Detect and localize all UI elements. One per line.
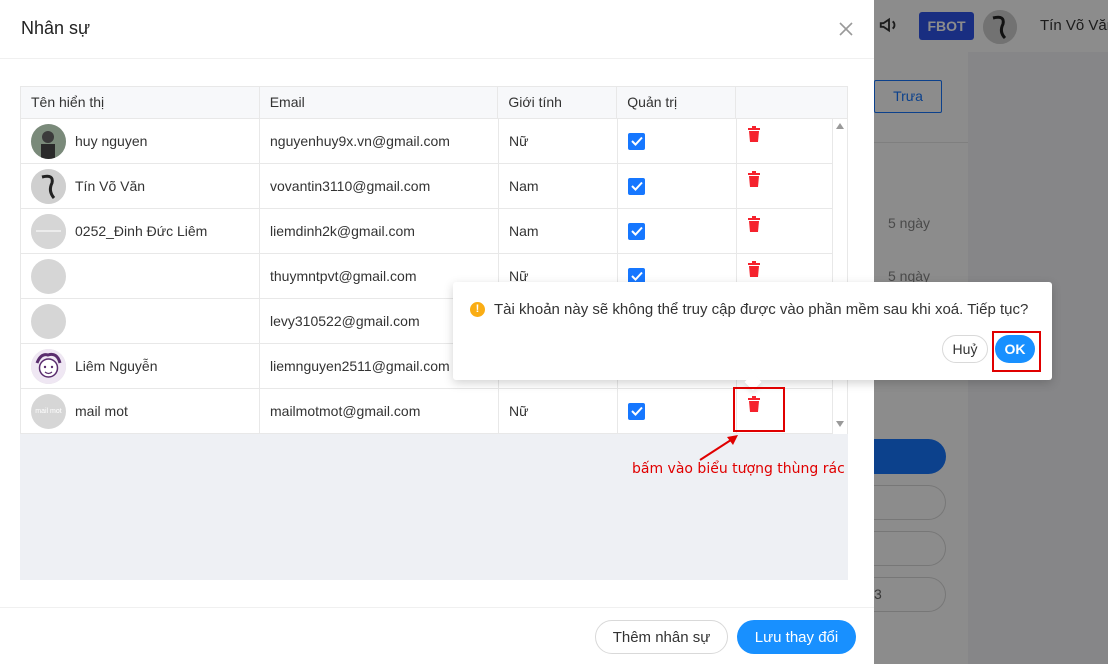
trash-icon[interactable] xyxy=(747,126,761,142)
row-gender: Nam xyxy=(509,223,539,239)
row-name: 0252_Đinh Đức Liêm xyxy=(75,223,208,239)
row-gender: Nam xyxy=(509,178,539,194)
row-email: liemnguyen2511@gmail.com xyxy=(270,358,450,374)
table-row: huy nguyen nguyenhuy9x.vn@gmail.com Nữ xyxy=(20,119,833,164)
column-header-name: Tên hiển thị xyxy=(21,87,260,118)
scroll-down-icon[interactable] xyxy=(836,421,844,427)
row-email: liemdinh2k@gmail.com xyxy=(270,223,415,239)
annotation-arrow-icon xyxy=(699,435,738,461)
save-changes-button[interactable]: Lưu thay đổi xyxy=(737,620,856,654)
admin-checkbox[interactable] xyxy=(628,402,645,420)
scroll-up-icon[interactable] xyxy=(836,123,844,129)
trash-icon[interactable] xyxy=(747,216,761,232)
row-gender: Nữ xyxy=(509,133,529,149)
delete-popconfirm: ! Tài khoản này sẽ không thể truy cập đư… xyxy=(453,282,1052,391)
cancel-button[interactable]: Huỷ xyxy=(942,335,988,363)
row-email: levy310522@gmail.com xyxy=(270,313,420,329)
table-header: Tên hiển thị Email Giới tính Quản trị xyxy=(20,86,848,119)
table-scrollbar[interactable] xyxy=(833,119,848,434)
admin-checkbox[interactable] xyxy=(628,132,645,150)
avatar xyxy=(31,213,66,249)
row-name: Tín Võ Văn xyxy=(75,178,146,194)
column-header-actions xyxy=(736,87,847,118)
avatar xyxy=(31,123,66,159)
admin-checkbox[interactable] xyxy=(628,177,645,195)
modal-header: Nhân sự xyxy=(0,0,874,59)
warning-icon: ! xyxy=(470,302,485,317)
add-staff-button[interactable]: Thêm nhân sự xyxy=(595,620,728,654)
trash-icon[interactable] xyxy=(747,171,761,187)
row-name: huy nguyen xyxy=(75,133,148,149)
table-row: Tín Võ Văn vovantin3110@gmail.com Nam xyxy=(20,164,833,209)
modal-footer: Thêm nhân sự Lưu thay đổi xyxy=(0,607,874,664)
annotation-text: bấm vào biểu tượng thùng rác xyxy=(632,461,845,477)
trash-highlight-box xyxy=(733,387,785,432)
row-email: vovantin3110@gmail.com xyxy=(270,178,431,194)
avatar xyxy=(31,168,66,204)
avatar: mail mot xyxy=(31,393,66,429)
close-icon[interactable] xyxy=(836,19,856,39)
column-header-gender: Giới tính xyxy=(498,87,618,118)
avatar xyxy=(31,348,66,384)
column-header-admin: Quản trị xyxy=(617,87,737,118)
table-body: huy nguyen nguyenhuy9x.vn@gmail.com Nữ T… xyxy=(20,119,833,434)
avatar xyxy=(31,303,66,339)
row-email: thuymntpvt@gmail.com xyxy=(270,268,417,284)
row-name: mail mot xyxy=(75,403,128,419)
modal-title: Nhân sự xyxy=(21,18,91,38)
ok-highlight-box xyxy=(992,331,1041,372)
column-header-email: Email xyxy=(260,87,499,118)
row-email: mailmotmot@gmail.com xyxy=(270,403,421,419)
popconfirm-message: Tài khoản này sẽ không thể truy cập được… xyxy=(494,301,1029,318)
row-email: nguyenhuy9x.vn@gmail.com xyxy=(270,133,450,149)
admin-checkbox[interactable] xyxy=(628,222,645,240)
row-gender: Nữ xyxy=(509,403,529,419)
avatar-text: mail mot xyxy=(35,407,62,415)
table-row: mail mot mail mot mailmotmot@gmail.com N… xyxy=(20,389,833,434)
table-row: 0252_Đinh Đức Liêm liemdinh2k@gmail.com … xyxy=(20,209,833,254)
trash-icon[interactable] xyxy=(747,261,761,277)
row-name: Liêm Nguyễn xyxy=(75,358,158,374)
avatar xyxy=(31,258,66,294)
